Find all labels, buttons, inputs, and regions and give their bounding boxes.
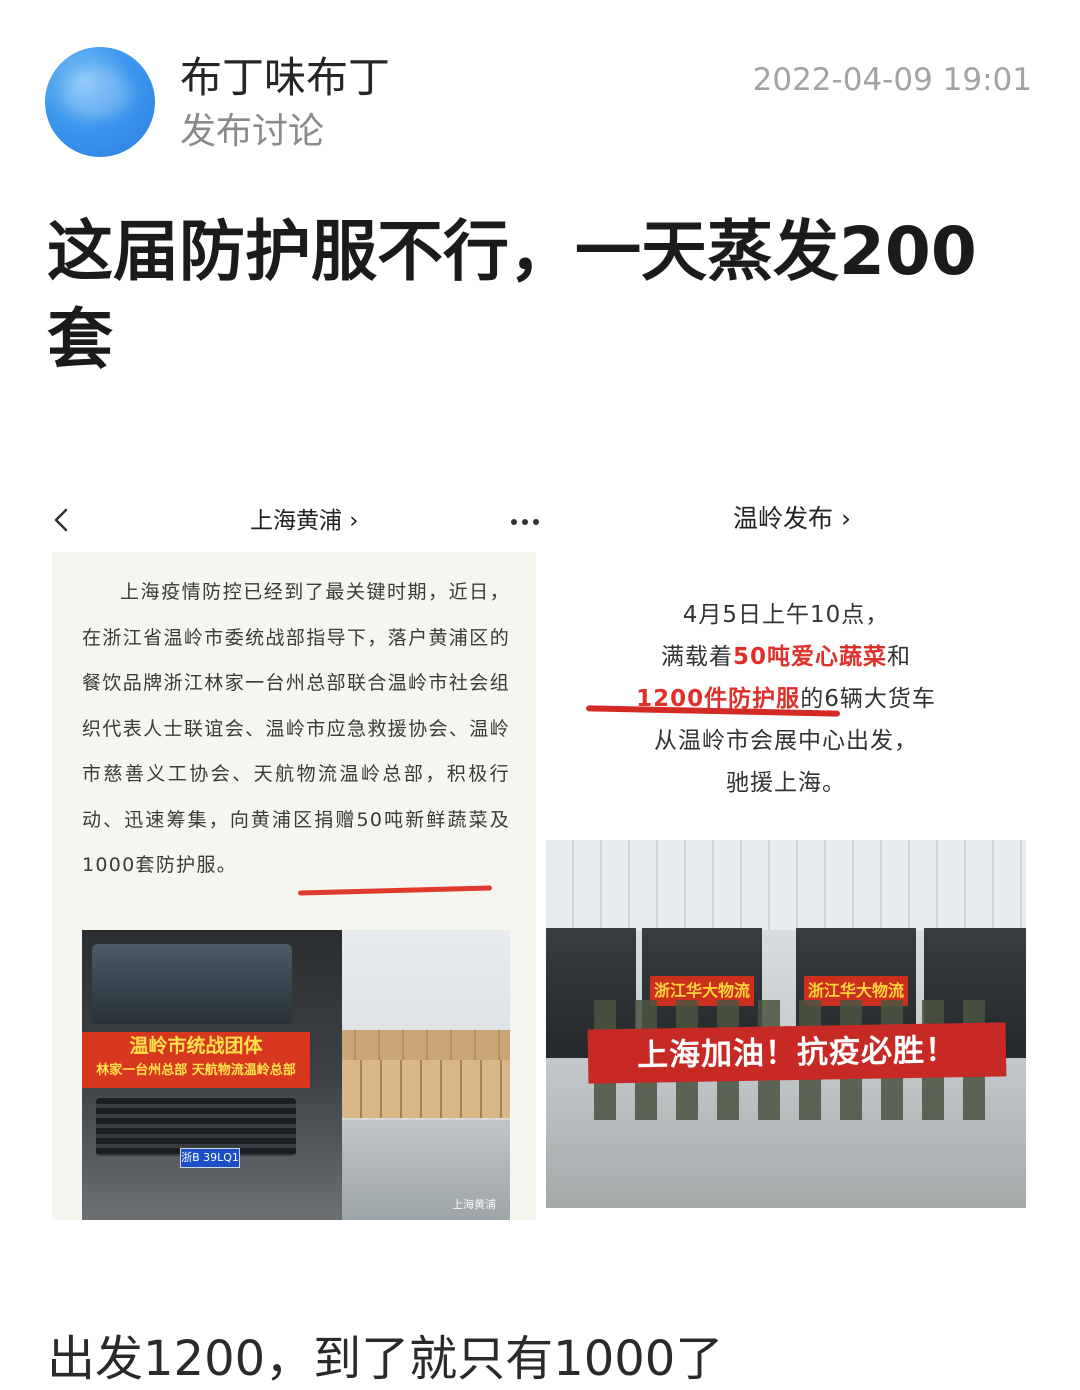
post-type-label: 发布讨论 bbox=[180, 111, 325, 152]
support-banner: 上海加油！抗疫必胜！ bbox=[587, 1022, 1007, 1084]
left-article-panel: 上海疫情防控已经到了最关键时期，近日，在浙江省温岭市委统战部指导下，落户黄浦区的… bbox=[52, 552, 536, 1220]
license-plate: 浙B 39LQ1 bbox=[180, 1148, 240, 1168]
left-article-text: 上海疫情防控已经到了最关键时期，近日，在浙江省温岭市委统战部指导下，落户黄浦区的… bbox=[82, 581, 510, 876]
more-dots-icon bbox=[511, 519, 539, 525]
truck-cab: 温岭市统战团体 林家一台州总部 天航物流温岭总部 浙B 39LQ1 bbox=[82, 930, 342, 1220]
right-account-title: 温岭发布 › bbox=[733, 504, 851, 533]
quote-line-3-post: 的6辆大货车 bbox=[800, 686, 936, 712]
quote-line-2-post: 和 bbox=[887, 644, 911, 670]
truck-windshield bbox=[92, 944, 292, 1024]
image-watermark: 上海黄浦 bbox=[452, 1198, 496, 1211]
right-article-panel: 4月5日上午10点， 满载着50吨爱心蔬菜和 1200件防护服的6辆大货车 从温… bbox=[546, 552, 1026, 1220]
back-chevron-icon bbox=[54, 508, 68, 532]
quote-line-5: 驰援上海。 bbox=[726, 770, 846, 796]
quote-line-4: 从温岭市会展中心出发， bbox=[654, 728, 918, 754]
left-account-title: 上海黄浦 › bbox=[250, 508, 359, 534]
quote-line-1: 4月5日上午10点， bbox=[682, 602, 890, 628]
truck-banner: 温岭市统战团体 林家一台州总部 天航物流温岭总部 bbox=[82, 1032, 310, 1088]
truck-banner-line2: 林家一台州总部 天航物流温岭总部 bbox=[96, 1063, 296, 1078]
post-timestamp: 2022-04-09 19:01 bbox=[752, 62, 1032, 98]
author-avatar[interactable] bbox=[45, 47, 155, 157]
truck-photo: 温岭市统战团体 林家一台州总部 天航物流温岭总部 浙B 39LQ1 上海黄浦 bbox=[82, 930, 510, 1220]
convoy-photo: 浙江华大物流 浙江华大物流 上海加油！抗疫必胜！ bbox=[546, 840, 1026, 1208]
quote-line-2: 满载着50吨爱心蔬菜和 bbox=[546, 636, 1026, 678]
quote-highlight-vegetables: 50吨爱心蔬菜 bbox=[732, 644, 887, 670]
post-header: 布丁味布丁 发布讨论 2022-04-09 19:01 bbox=[0, 0, 1080, 170]
post-body: 出发1200，到了就只有1000了 bbox=[47, 1331, 724, 1387]
post-title: 这届防护服不行，一天蒸发200套 bbox=[47, 213, 977, 378]
hall-roof bbox=[546, 840, 1026, 930]
truck-banner-line1: 温岭市统战团体 bbox=[129, 1035, 263, 1057]
author-name[interactable]: 布丁味布丁 bbox=[180, 50, 390, 106]
post-image[interactable]: 上海黄浦 › 温岭发布 › 上海疫情防控已经到了最关键时期，近日，在浙江省温岭市… bbox=[40, 490, 1040, 1230]
quote-line-2-pre: 满载着 bbox=[660, 644, 733, 670]
box-stack-front bbox=[322, 1060, 510, 1118]
quote-text: 4月5日上午10点， 满载着50吨爱心蔬菜和 1200件防护服的6辆大货车 从温… bbox=[546, 594, 1026, 804]
